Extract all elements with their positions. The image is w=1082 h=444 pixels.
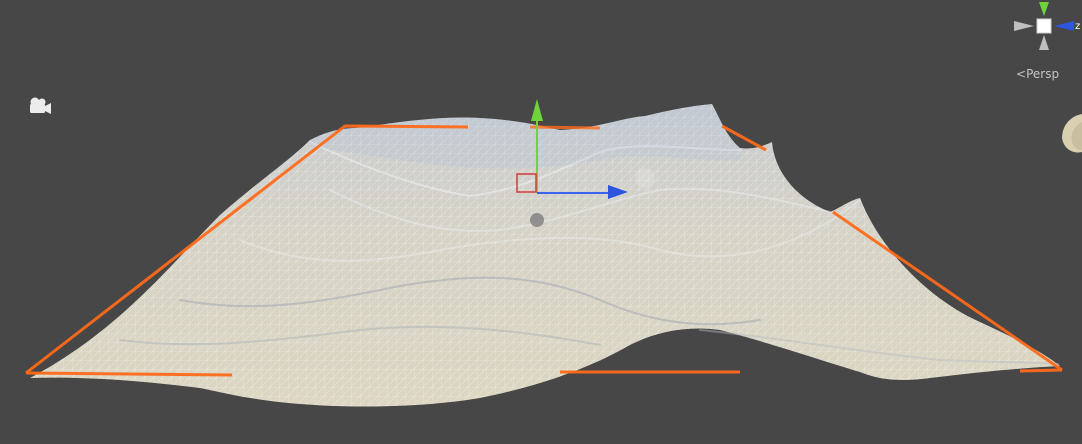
scene-canvas[interactable] [0,0,1082,444]
gizmo-z-label: z [1075,21,1080,32]
pivot-point [530,213,544,227]
projection-toggle[interactable]: <Persp [1016,67,1059,81]
projection-arrow-glyph: < [1016,67,1027,81]
camera-icon[interactable] [27,96,55,116]
projection-label: Persp [1026,67,1060,81]
offscreen-object[interactable] [1060,108,1082,158]
gizmo-neg-y-cone[interactable] [1039,35,1049,50]
orientation-gizmo-icon[interactable]: z [1004,0,1082,56]
gizmo-z-cone[interactable] [1054,21,1074,31]
gizmo-center-cube[interactable] [1036,18,1052,34]
gizmo-y-cone[interactable] [1039,2,1049,16]
y-axis-arrowhead[interactable] [531,99,543,121]
gizmo-neg-x-cone[interactable] [1014,21,1034,31]
light-gizmo [635,168,655,188]
terrain-mesh[interactable] [30,104,1060,407]
scene-viewport[interactable]: z <Persp [0,0,1082,444]
